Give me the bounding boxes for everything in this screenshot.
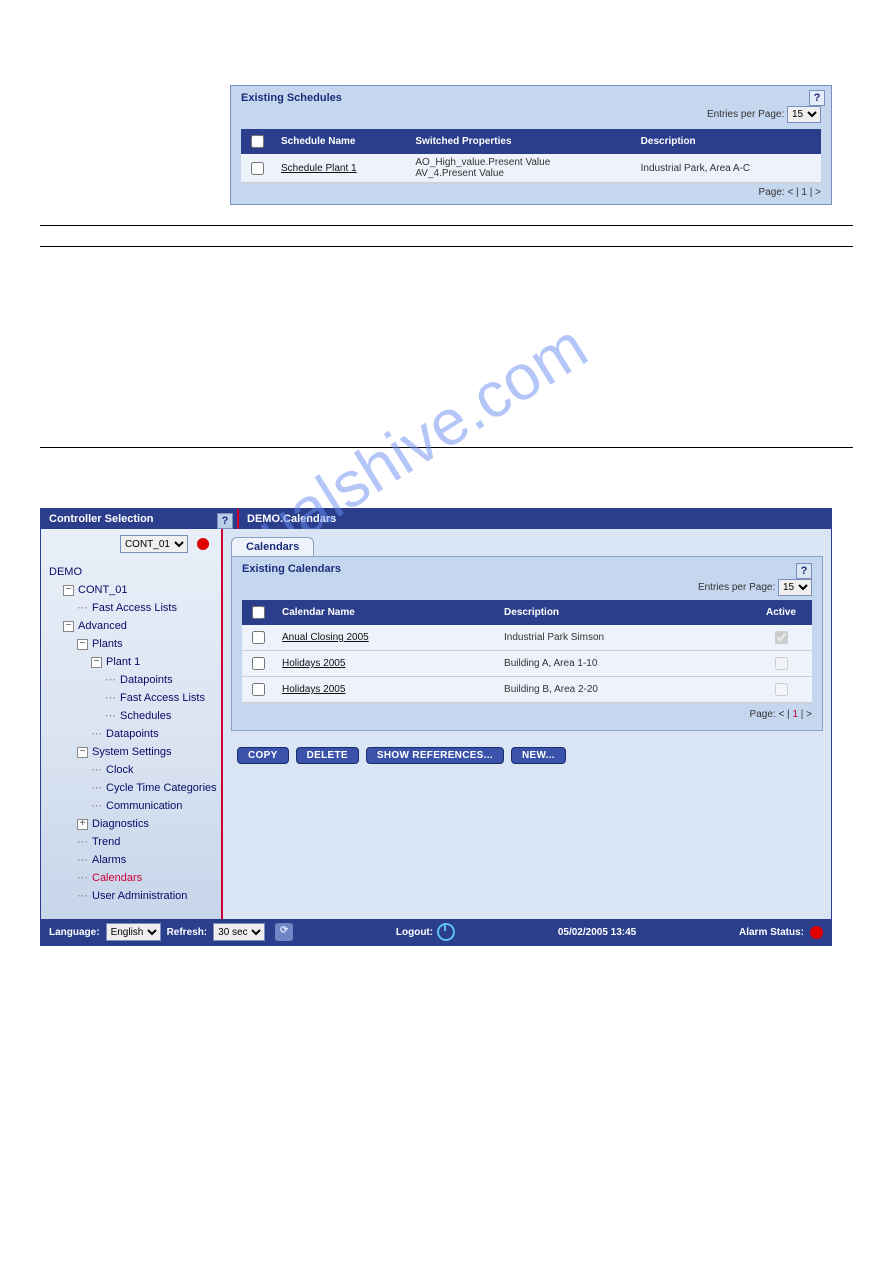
status-bar: Language: English Refresh: 30 sec ⟳ Logo… <box>41 919 831 945</box>
col-switched-properties: Switched Properties <box>409 129 634 154</box>
tree-node[interactable]: Plants <box>92 638 123 650</box>
datetime: 05/02/2005 13:45 <box>558 927 636 938</box>
tree-node[interactable]: Advanced <box>78 620 127 632</box>
col-schedule-name: Schedule Name <box>275 129 409 154</box>
active-checkbox <box>775 631 788 644</box>
schedule-link[interactable]: Schedule Plant 1 <box>281 163 357 174</box>
help-icon[interactable]: ? <box>796 563 812 579</box>
language-select[interactable]: English <box>106 923 161 941</box>
row-checkbox[interactable] <box>251 162 264 175</box>
tree-node[interactable]: Trend <box>63 833 221 851</box>
active-checkbox <box>775 657 788 670</box>
refresh-select[interactable]: 30 sec <box>213 923 265 941</box>
cell-description: Building B, Area 2-20 <box>498 677 750 703</box>
main-area: Calendars ? Existing Calendars Entries p… <box>223 529 831 919</box>
status-dot-icon <box>197 538 209 550</box>
panel-title: Existing Schedules <box>231 86 831 106</box>
tree-node[interactable]: Datapoints <box>77 725 221 743</box>
tree-node[interactable]: CONT_01 <box>78 584 128 596</box>
app-window: Controller Selection ? DEMO.Calendars CO… <box>40 508 832 946</box>
sidebar: CONT_01 DEMO −CONT_01 Fast Access Lists … <box>41 529 223 919</box>
calendar-link[interactable]: Anual Closing 2005 <box>282 632 369 643</box>
row-checkbox[interactable] <box>252 631 265 644</box>
tree-node[interactable]: Diagnostics <box>92 818 149 830</box>
table-row: Schedule Plant 1 AO_High_value.Present V… <box>241 154 821 183</box>
table-row: Anual Closing 2005 Industrial Park Simso… <box>242 625 812 651</box>
existing-schedules-panel: ? Existing Schedules Entries per Page: 1… <box>230 85 832 205</box>
entries-label: Entries per Page: <box>698 582 775 593</box>
col-description: Description <box>498 600 750 625</box>
calendar-link[interactable]: Holidays 2005 <box>282 684 345 695</box>
tree-node[interactable]: Schedules <box>91 707 221 725</box>
table-row: Holidays 2005 Building B, Area 2-20 <box>242 677 812 703</box>
page-navigation[interactable]: Page: < | 1 | > <box>242 703 812 720</box>
entries-select[interactable]: 15 <box>778 579 812 596</box>
tree-node[interactable]: Alarms <box>63 851 221 869</box>
language-label: Language: <box>49 927 100 938</box>
switched-property: AV_4.Present Value <box>415 168 628 179</box>
help-icon[interactable]: ? <box>217 513 233 529</box>
col-calendar-name: Calendar Name <box>276 600 498 625</box>
help-icon[interactable]: ? <box>809 90 825 106</box>
tree-view[interactable]: DEMO −CONT_01 Fast Access Lists −Advance… <box>41 559 221 905</box>
page-navigation[interactable]: Page: < | 1 | > <box>231 183 831 204</box>
tree-node[interactable]: Fast Access Lists <box>91 689 221 707</box>
show-references-button[interactable]: SHOW REFERENCES... <box>366 747 504 764</box>
tree-node[interactable]: Fast Access Lists <box>63 599 221 617</box>
new-button[interactable]: NEW... <box>511 747 566 764</box>
delete-button[interactable]: DELETE <box>296 747 359 764</box>
tree-node[interactable]: User Administration <box>63 887 221 905</box>
table-row: Holidays 2005 Building A, Area 1-10 <box>242 651 812 677</box>
row-checkbox[interactable] <box>252 657 265 670</box>
copy-button[interactable]: COPY <box>237 747 289 764</box>
col-active: Active <box>750 600 812 625</box>
col-description: Description <box>635 129 821 154</box>
select-all-checkbox[interactable] <box>251 135 264 148</box>
cell-description: Industrial Park Simson <box>498 625 750 651</box>
schedules-table: Schedule Name Switched Properties Descri… <box>241 129 821 183</box>
cell-description: Industrial Park, Area A-C <box>635 154 821 183</box>
active-checkbox <box>775 683 788 696</box>
tree-node[interactable]: Datapoints <box>91 671 221 689</box>
entries-label: Entries per Page: <box>707 109 784 120</box>
calendar-link[interactable]: Holidays 2005 <box>282 658 345 669</box>
tree-node[interactable]: Communication <box>77 797 221 815</box>
refresh-icon[interactable]: ⟳ <box>275 923 293 941</box>
alarm-status-label: Alarm Status: <box>739 927 804 938</box>
tree-node[interactable]: System Settings <box>92 746 171 758</box>
alarm-status-icon <box>810 926 823 939</box>
existing-calendars-panel: ? Existing Calendars Entries per Page: 1… <box>231 556 823 731</box>
entries-select[interactable]: 15 <box>787 106 821 123</box>
power-icon[interactable] <box>437 923 455 941</box>
tree-node[interactable]: Plant 1 <box>106 656 140 668</box>
switched-property: AO_High_value.Present Value <box>415 157 628 168</box>
tree-node[interactable]: Cycle Time Categories <box>77 779 221 797</box>
calendars-table: Calendar Name Description Active Anual C… <box>242 600 812 703</box>
controller-select[interactable]: CONT_01 <box>120 535 188 553</box>
panel-title: Existing Calendars <box>242 563 812 575</box>
tree-node[interactable]: Clock <box>77 761 221 779</box>
logout-label: Logout: <box>396 927 433 938</box>
tab-calendars[interactable]: Calendars <box>231 537 314 556</box>
row-checkbox[interactable] <box>252 683 265 696</box>
select-all-checkbox[interactable] <box>252 606 265 619</box>
tree-node[interactable]: DEMO <box>49 563 221 581</box>
tree-node-selected[interactable]: Calendars <box>63 869 221 887</box>
refresh-label: Refresh: <box>167 927 208 938</box>
header-left: Controller Selection ? <box>41 509 239 529</box>
breadcrumb: DEMO.Calendars <box>239 509 344 529</box>
cell-description: Building A, Area 1-10 <box>498 651 750 677</box>
